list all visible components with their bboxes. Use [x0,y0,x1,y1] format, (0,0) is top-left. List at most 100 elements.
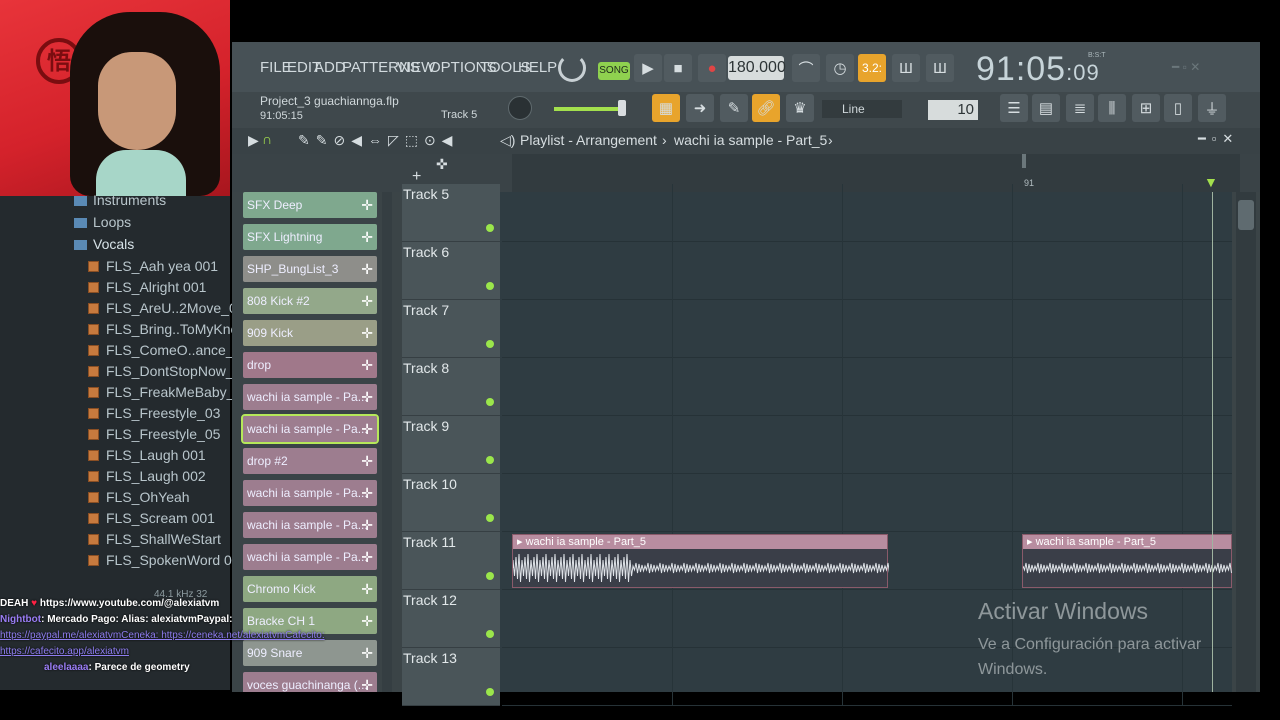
song-mode-toggle[interactable]: SONG [598,62,630,80]
pattern-item[interactable]: SFX Deep ✛ [243,192,377,218]
track-header[interactable]: Track 5 [402,184,500,242]
pattern-item[interactable]: SFX Lightning ✛ [243,224,377,250]
browser-file-item[interactable]: FLS_Freestyle_05 [88,424,220,445]
pattern-item[interactable]: wachi ia sample - Pa... ✛ [241,414,379,444]
link-button[interactable]: 🔗︎ [752,94,780,122]
master-pitch-slider[interactable] [554,107,624,111]
step-value-display[interactable]: 10 [928,100,978,120]
play-button[interactable]: ▶ [634,54,662,82]
pattern-picker-icon[interactable]: ✜ [436,156,448,173]
pattern-drag-icon[interactable]: ✛ [361,608,373,634]
track-mute-led[interactable] [486,340,494,348]
track-mute-led[interactable] [486,224,494,232]
arrow-button[interactable]: ➜ [686,94,714,122]
chat-link[interactable]: https://cafecito.app/alexiatvm [0,644,330,660]
pattern-item[interactable]: drop #2 ✛ [243,448,377,474]
browser-file-item[interactable]: FLS_SpokenWord 001 [88,550,247,571]
pattern-drag-icon[interactable]: ✛ [361,192,373,218]
pattern-drag-icon[interactable]: ✛ [361,480,373,506]
pattern-item[interactable]: SHP_BungList_3 ✛ [243,256,377,282]
wait-input-button[interactable]: ◷ [826,54,854,82]
audio-clip[interactable]: ▸ wachi ia sample - Part_5 [512,534,890,588]
menu-add[interactable]: ADD [314,59,346,76]
multilink-button[interactable]: ♛ [786,94,814,122]
pattern-item[interactable]: wachi ia sample - Pa... ✛ [243,544,377,570]
playlist-menu-arrow[interactable]: ▶ [248,132,259,149]
track-mute-led[interactable] [486,688,494,696]
pattern-drag-icon[interactable]: ✛ [361,672,373,692]
pattern-item[interactable]: drop ✛ [243,352,377,378]
playlist-tools[interactable]: ✎✎⊘◀⇔◸⬚⊙◀ [298,132,458,149]
browser-folder-loops[interactable]: Loops [74,212,131,233]
audio-clip[interactable]: ▸ wachi ia sample - Part_5 [1022,534,1232,588]
browser-file-item[interactable]: FLS_OhYeah [88,487,190,508]
track-lane[interactable] [502,300,1232,358]
track-lane[interactable] [502,474,1232,532]
minimize-icon[interactable]: ━ [1172,60,1179,74]
browser-file-item[interactable]: FLS_Alright 001 [88,277,206,298]
track-header[interactable]: Track 11 [402,532,500,590]
track-mute-led[interactable] [486,282,494,290]
blend-notes-button[interactable]: Ш [926,54,954,82]
maximize-icon[interactable]: ▫ [1183,60,1187,74]
track-header[interactable]: Track 6 [402,242,500,300]
typing-keyboard-button[interactable]: ▦ [652,94,680,122]
track-lane[interactable] [502,416,1232,474]
track-header[interactable]: Track 10 [402,474,500,532]
pattern-drag-icon[interactable]: ✛ [361,448,373,474]
pattern-drag-icon[interactable]: ✛ [361,352,373,378]
scroll-handle[interactable] [1022,154,1026,168]
master-volume-knob[interactable] [558,54,586,82]
track-lane[interactable] [502,358,1232,416]
pattern-item[interactable]: wachi ia sample - Pa... ✛ [243,512,377,538]
track-mute-led[interactable] [486,514,494,522]
pattern-drag-icon[interactable]: ✛ [361,224,373,250]
playlist-window-controls[interactable]: ━▫✕ [1198,131,1239,147]
browser-file-item[interactable]: FLS_DontStopNow_02 [88,361,249,382]
browser-file-item[interactable]: FLS_AreU..2Move_002 [88,298,252,319]
menu-help[interactable]: HELP [518,59,557,76]
browser-file-item[interactable]: FLS_Scream 001 [88,508,215,529]
pattern-item[interactable]: wachi ia sample - Pa... ✛ [243,384,377,410]
scroll-thumb[interactable] [1238,200,1254,230]
browser-file-item[interactable]: FLS_Freestyle_03 [88,403,220,424]
pattern-drag-icon[interactable]: ✛ [361,512,373,538]
project-file-button[interactable]: ▯ [1164,94,1192,122]
record-automation-button[interactable]: ✎ [720,94,748,122]
tempo-display[interactable]: 180.000 [728,56,786,80]
snap-select[interactable]: Line [822,100,902,118]
pattern-drag-icon[interactable]: ✛ [361,576,373,602]
track-lane[interactable] [502,242,1232,300]
close-icon[interactable]: ✕ [1190,60,1200,74]
track-header[interactable]: Track 9 [402,416,500,474]
track-header[interactable]: Track 12 [402,590,500,648]
pattern-item[interactable]: 808 Kick #2 ✛ [243,288,377,314]
pattern-drag-icon[interactable]: ✛ [361,544,373,570]
browser-file-item[interactable]: FLS_Aah yea 001 [88,256,218,277]
plugin-button[interactable]: ⏚ [1198,94,1226,122]
mixer-view-button[interactable]: ⫼ [1098,94,1126,122]
pattern-drag-icon[interactable]: ✛ [361,320,373,346]
pattern-drag-icon[interactable]: ✛ [361,384,373,410]
slider-handle[interactable] [618,100,626,116]
pattern-drag-icon[interactable]: ✛ [361,288,373,314]
track-mute-led[interactable] [486,630,494,638]
piano-roll-view-button[interactable]: ▤ [1032,94,1060,122]
browser-folder-vocals[interactable]: Vocals [74,234,134,255]
browser-file-item[interactable]: FLS_Laugh 002 [88,466,206,487]
pattern-drag-icon[interactable]: ✛ [361,416,373,442]
magnet-icon[interactable]: ∩ [262,131,272,147]
browser-folder-instruments[interactable]: Instruments [74,190,166,211]
metronome-button[interactable]: ⌒ [792,54,820,82]
record-button[interactable]: ● [698,54,726,82]
track-lane[interactable] [502,184,1232,242]
countdown-button[interactable]: 3.2: [858,54,886,82]
pattern-item[interactable]: 909 Kick ✛ [243,320,377,346]
pitch-knob[interactable] [508,96,532,120]
vertical-scrollbar[interactable] [1236,192,1256,692]
channel-rack-view-button[interactable]: ≣ [1066,94,1094,122]
step-edit-button[interactable]: Ш [892,54,920,82]
browser-file-item[interactable]: FLS_ShallWeStart [88,529,221,550]
track-header[interactable]: Track 8 [402,358,500,416]
browser-file-item[interactable]: FLS_Bring..ToMyKnees [88,319,253,340]
